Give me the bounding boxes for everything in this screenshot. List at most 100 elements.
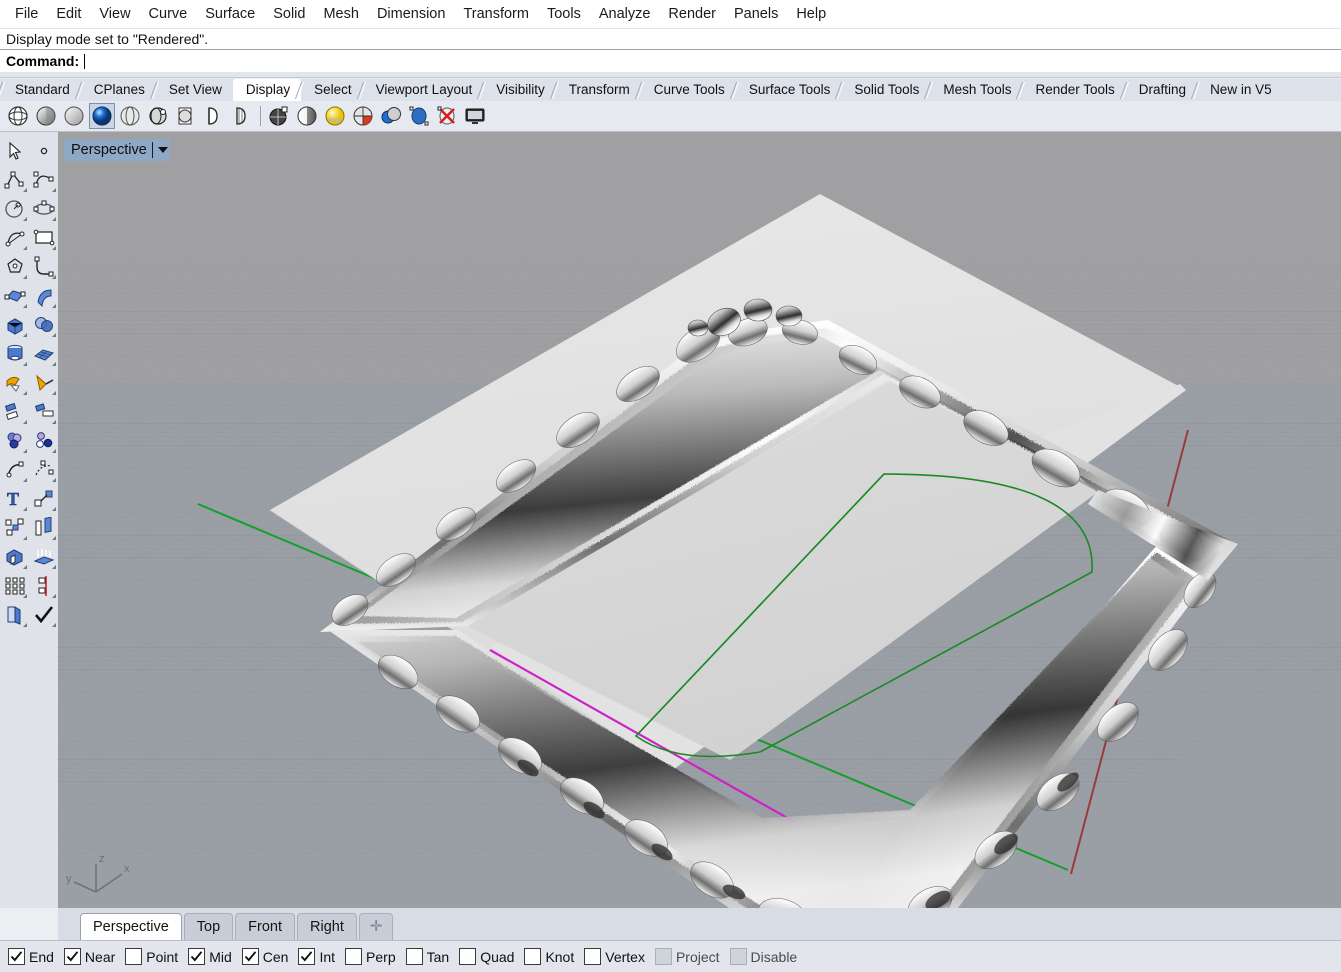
- render-color-icon[interactable]: [29, 600, 58, 629]
- menu-item-panels[interactable]: Panels: [725, 3, 787, 25]
- transform-arrow-icon[interactable]: [29, 455, 58, 484]
- osnap-perp[interactable]: Perp: [345, 948, 396, 965]
- toolbar-tab-new-in-v5[interactable]: New in V5: [1197, 79, 1283, 101]
- checkbox-tan[interactable]: [405, 948, 423, 965]
- toolbar-tab-select[interactable]: Select: [301, 79, 363, 101]
- viewport-tab-top[interactable]: Top: [183, 913, 234, 940]
- menu-item-surface[interactable]: Surface: [196, 3, 264, 25]
- viewport-3d-scene[interactable]: [58, 132, 1341, 908]
- backface-color-icon[interactable]: [351, 104, 375, 128]
- polygon-icon[interactable]: [0, 252, 29, 281]
- arc-icon[interactable]: [0, 223, 29, 252]
- menu-item-analyze[interactable]: Analyze: [590, 3, 660, 25]
- copy-icon[interactable]: [0, 571, 29, 600]
- checkbox-perp[interactable]: [345, 948, 363, 965]
- toolbar-tab-cplanes[interactable]: CPlanes: [80, 79, 156, 101]
- command-line[interactable]: Command:: [0, 50, 1341, 72]
- osnap-knot[interactable]: Knot: [524, 948, 574, 965]
- arctic-icon[interactable]: [267, 104, 291, 128]
- toolbar-tab-display[interactable]: Display: [232, 79, 302, 101]
- menu-item-transform[interactable]: Transform: [454, 3, 538, 25]
- explode-icon[interactable]: [0, 368, 29, 397]
- ellipse-icon[interactable]: [29, 194, 58, 223]
- mirror-icon[interactable]: [29, 484, 58, 513]
- menu-item-curve[interactable]: Curve: [140, 3, 197, 25]
- menu-item-mesh[interactable]: Mesh: [314, 3, 367, 25]
- toolbar-tab-render-tools[interactable]: Render Tools: [1022, 79, 1126, 101]
- boolean-icon[interactable]: [29, 310, 58, 339]
- point-icon[interactable]: [29, 136, 58, 165]
- menu-item-dimension[interactable]: Dimension: [368, 3, 455, 25]
- checkbox-mid[interactable]: [188, 948, 206, 965]
- toolbar-tab-drafting[interactable]: Drafting: [1125, 79, 1198, 101]
- toolbar-tab-set-view[interactable]: Set View: [155, 79, 233, 101]
- check-icon[interactable]: [29, 571, 58, 600]
- checkbox-cen[interactable]: [241, 948, 259, 965]
- fullscreen-icon[interactable]: [463, 104, 487, 128]
- menu-item-edit[interactable]: Edit: [47, 3, 90, 25]
- viewport-tab-front[interactable]: Front: [235, 913, 295, 940]
- wireframe-icon[interactable]: [6, 104, 30, 128]
- extrude-surface-icon[interactable]: [29, 281, 58, 310]
- revolve-icon[interactable]: [0, 339, 29, 368]
- shade-object-icon[interactable]: [0, 600, 29, 629]
- rectangle-icon[interactable]: [29, 223, 58, 252]
- pen-alt-icon[interactable]: [230, 104, 254, 128]
- toolbar-tab-solid-tools[interactable]: Solid Tools: [841, 79, 931, 101]
- checkbox-end[interactable]: [8, 948, 25, 965]
- toolbar-tab-transform[interactable]: Transform: [555, 79, 641, 101]
- hide-curves-icon[interactable]: [435, 104, 459, 128]
- shaded-icon[interactable]: [34, 104, 58, 128]
- flat-shade-icon[interactable]: [295, 104, 319, 128]
- dim-linear-icon[interactable]: [29, 542, 58, 571]
- curve-from-objects-icon[interactable]: [29, 426, 58, 455]
- grid-array-icon[interactable]: [0, 542, 29, 571]
- osnap-int[interactable]: Int: [298, 948, 335, 965]
- toolbar-tab-standard[interactable]: Standard: [2, 79, 81, 101]
- checkbox-vertex[interactable]: [584, 948, 602, 965]
- join-icon[interactable]: [0, 397, 29, 426]
- chevron-down-icon[interactable]: [157, 147, 168, 153]
- fillet-curve-icon[interactable]: [29, 252, 58, 281]
- mesh-surface-icon[interactable]: [29, 339, 58, 368]
- add-viewport-tab-button[interactable]: ✛: [358, 913, 394, 940]
- toolbar-tab-mesh-tools[interactable]: Mesh Tools: [930, 79, 1023, 101]
- split-icon[interactable]: [29, 397, 58, 426]
- technical-icon[interactable]: [146, 104, 170, 128]
- osnap-point[interactable]: Point: [125, 948, 178, 965]
- osnap-mid[interactable]: Mid: [188, 948, 232, 965]
- menu-item-tools[interactable]: Tools: [538, 3, 590, 25]
- perspective-viewport[interactable]: Perspective z x y: [58, 132, 1341, 908]
- shade-highlight-icon[interactable]: [323, 104, 347, 128]
- osnap-end[interactable]: End: [8, 948, 54, 965]
- viewport-tab-perspective[interactable]: Perspective: [80, 913, 182, 940]
- box-icon[interactable]: [0, 310, 29, 339]
- viewport-title[interactable]: Perspective: [64, 139, 170, 161]
- menu-item-render[interactable]: Render: [659, 3, 725, 25]
- menu-item-solid[interactable]: Solid: [264, 3, 314, 25]
- toolbar-tab-surface-tools[interactable]: Surface Tools: [735, 79, 842, 101]
- circle-icon[interactable]: [0, 194, 29, 223]
- checkbox-int[interactable]: [298, 948, 316, 965]
- offset-surface-icon[interactable]: [29, 513, 58, 542]
- ghosted-icon[interactable]: [62, 104, 86, 128]
- checkbox-knot[interactable]: [524, 948, 542, 965]
- rendered-icon[interactable]: [89, 103, 115, 129]
- polyline-icon[interactable]: [0, 165, 29, 194]
- cap-holes-icon[interactable]: [0, 513, 29, 542]
- checkbox-near[interactable]: [63, 948, 81, 965]
- menu-item-help[interactable]: Help: [787, 3, 835, 25]
- text-icon[interactable]: [0, 455, 29, 484]
- surface-srf-pt-icon[interactable]: [0, 281, 29, 310]
- osnap-tan[interactable]: Tan: [405, 948, 449, 965]
- toolbar-tab-curve-tools[interactable]: Curve Tools: [640, 79, 736, 101]
- render-preview-icon[interactable]: [379, 104, 403, 128]
- curve-control-points-icon[interactable]: [29, 165, 58, 194]
- trim-icon[interactable]: [29, 368, 58, 397]
- checkbox-point[interactable]: [125, 948, 143, 965]
- blend-icon[interactable]: [0, 426, 29, 455]
- osnap-vertex[interactable]: Vertex: [584, 948, 645, 965]
- menu-item-view[interactable]: View: [90, 3, 139, 25]
- checkbox-quad[interactable]: [459, 948, 477, 965]
- toolbar-tab-visibility[interactable]: Visibility: [483, 79, 556, 101]
